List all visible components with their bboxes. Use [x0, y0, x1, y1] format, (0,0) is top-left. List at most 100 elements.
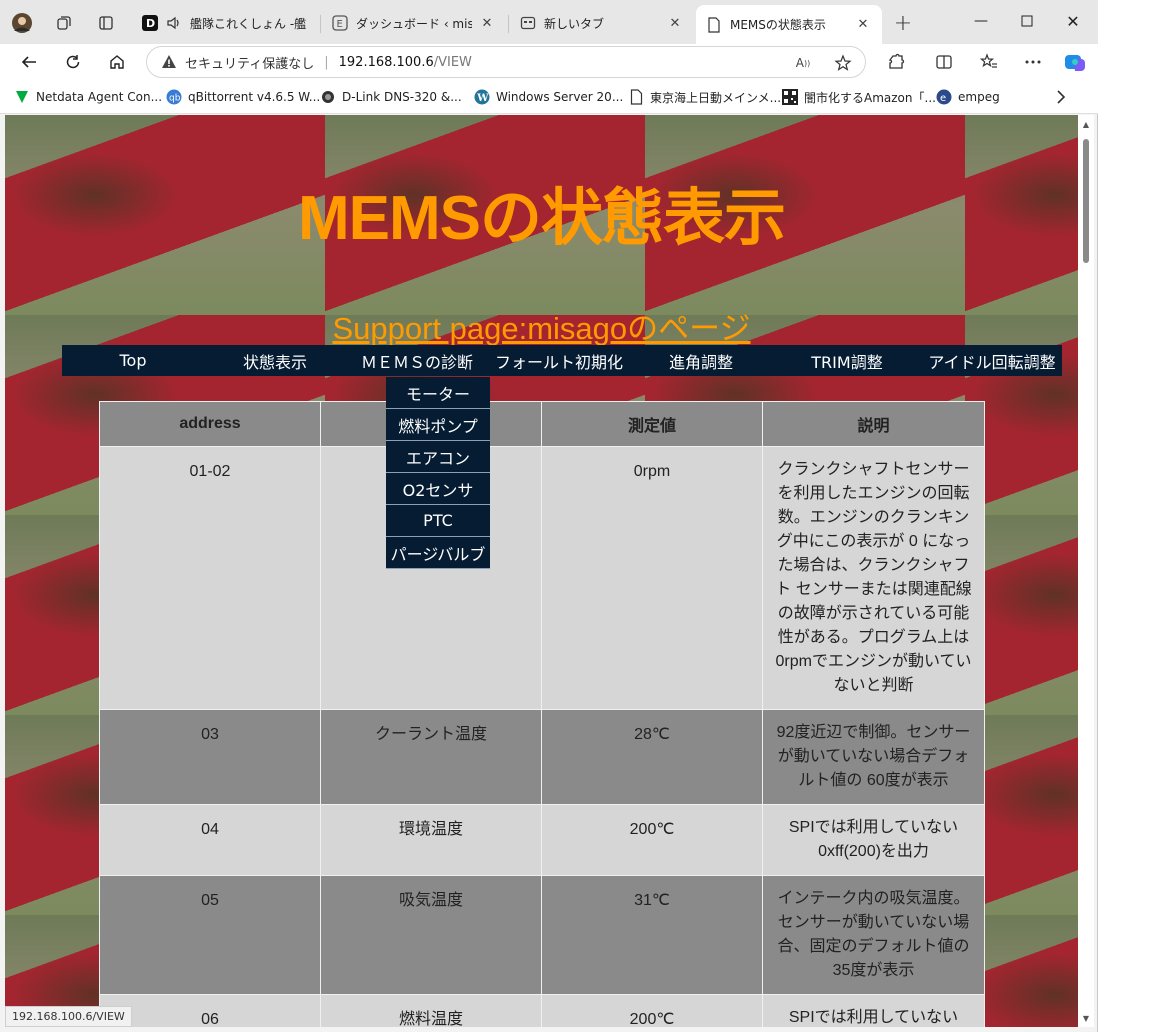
- profile-avatar[interactable]: [8, 9, 36, 37]
- warning-icon[interactable]: [161, 53, 179, 71]
- mems-table: address 測定値 説明 01-02 エ 0rpm クランクシャフトセンサー…: [99, 401, 985, 1027]
- dropdown-item-fuel-pump[interactable]: 燃料ポンプ: [386, 409, 490, 441]
- table-row: 01-02 エ 0rpm クランクシャフトセンサーを利用したエンジンの回転数。エ…: [99, 446, 985, 710]
- page-icon: [628, 89, 644, 105]
- cell-description: インテーク内の吸気温度。センサーが動いていない場合、固定のデフォルト値の35度が…: [762, 875, 985, 995]
- address-bar[interactable]: セキュリティ保護なし | 192.168.100.6/VIEW A)): [146, 46, 866, 78]
- cell-name: 環境温度: [320, 804, 542, 876]
- cell-value: 28℃: [541, 709, 763, 805]
- cell-address: 06: [99, 994, 321, 1027]
- tab-actions-icon[interactable]: [92, 9, 120, 37]
- table-row: 05 吸気温度 31℃ インテーク内の吸気温度。センサーが動いていない場合、固定…: [99, 875, 985, 995]
- tab-title: MEMSの状態表示: [730, 18, 826, 32]
- bookmark-qbittorrent[interactable]: qb qBittorrent v4.6.5 W...: [166, 88, 320, 106]
- split-screen-icon[interactable]: [932, 50, 956, 74]
- dropdown-item-o2-sensor[interactable]: O2センサ: [386, 473, 490, 505]
- tab-dashboard[interactable]: E ダッシュボード ‹ misagoのページ ✕: [322, 7, 506, 39]
- dlink-icon: [320, 89, 336, 105]
- favorite-star-icon[interactable]: [833, 53, 853, 73]
- home-icon[interactable]: [102, 47, 132, 77]
- dropdown-item-aircon[interactable]: エアコン: [386, 441, 490, 473]
- tab-kancolle[interactable]: D 艦隊これくしょん -艦これ: [132, 7, 318, 39]
- netdata-icon: [14, 89, 30, 105]
- qbittorrent-icon: qb: [166, 89, 182, 105]
- svg-text:e: e: [940, 93, 946, 104]
- close-tab-icon[interactable]: ✕: [666, 14, 684, 32]
- page-title: MEMSの状態表示: [297, 184, 786, 253]
- cell-address: 04: [99, 804, 321, 876]
- bookmark-dlink[interactable]: D-Link DNS-320 &...: [320, 88, 462, 106]
- cell-value: 200℃: [541, 994, 763, 1027]
- dropdown-item-ptc[interactable]: PTC: [386, 505, 490, 537]
- page-viewport[interactable]: MEMSの状態表示 Support page:misagoのページ Top 状態…: [5, 115, 1078, 1027]
- menu-item-advance[interactable]: 進角調整: [630, 345, 772, 376]
- menu-item-fault-reset[interactable]: フォールト初期化: [488, 345, 630, 376]
- scroll-up-arrow-icon[interactable]: ▲: [1081, 119, 1091, 129]
- cell-name: クーラント温度: [320, 709, 542, 805]
- workspaces-icon[interactable]: [50, 9, 78, 37]
- menu-item-status[interactable]: 状態表示: [204, 345, 346, 376]
- back-icon[interactable]: [14, 47, 44, 77]
- menu-item-idle-speed[interactable]: アイドル回転調整: [922, 345, 1062, 376]
- address-toolbar: セキュリティ保護なし | 192.168.100.6/VIEW A)): [0, 44, 1098, 80]
- bookmark-empeg[interactable]: e empeg: [936, 88, 1000, 106]
- bookmark-netdata[interactable]: Netdata Agent Con...: [14, 88, 162, 106]
- refresh-icon[interactable]: [58, 47, 88, 77]
- close-tab-icon[interactable]: ✕: [478, 14, 496, 32]
- favorites-icon[interactable]: [977, 50, 1001, 74]
- svg-text:qb: qb: [169, 94, 181, 104]
- speaker-icon[interactable]: [166, 15, 182, 31]
- new-tab-plus-icon[interactable]: +: [889, 9, 917, 37]
- bookmark-amazon[interactable]: 闇市化するAmazon「...: [782, 88, 936, 106]
- dropdown-item-purge-valve[interactable]: パージバルブ: [386, 537, 490, 569]
- menu-item-mems-diagnosis[interactable]: ＭＥＭＳの診断: [346, 345, 488, 376]
- copilot-icon[interactable]: [1063, 50, 1087, 74]
- header-value: 測定値: [541, 401, 763, 447]
- scroll-thumb[interactable]: [1083, 139, 1089, 263]
- tab-mems-active[interactable]: MEMSの状態表示 ✕: [696, 5, 882, 44]
- empeg-icon: e: [936, 89, 952, 105]
- header-address: address: [99, 401, 321, 447]
- nav-menu: Top 状態表示 ＭＥＭＳの診断 フォールト初期化 進角調整 TRIM調整 アイ…: [62, 345, 1062, 376]
- url-path: /VIEW: [433, 54, 472, 70]
- more-menu-icon[interactable]: [1021, 50, 1045, 74]
- svg-text:W: W: [476, 93, 489, 104]
- read-aloud-icon[interactable]: A)): [793, 53, 813, 73]
- close-window-icon[interactable]: ✕: [1050, 5, 1096, 37]
- cell-address: 03: [99, 709, 321, 805]
- table-row: 06 燃料温度 200℃ SPIでは利用していない: [99, 994, 985, 1027]
- support-link[interactable]: Support page:misagoのページ: [5, 303, 1078, 348]
- security-label[interactable]: セキュリティ保護なし: [185, 53, 314, 72]
- svg-text:D: D: [146, 17, 155, 30]
- cell-description: SPIでは利用していない: [762, 994, 985, 1027]
- scroll-down-arrow-icon[interactable]: ▼: [1081, 1013, 1091, 1023]
- extensions-icon[interactable]: [884, 50, 908, 74]
- svg-text:E: E: [337, 19, 343, 30]
- cell-value: 0rpm: [541, 446, 763, 710]
- cell-value: 200℃: [541, 804, 763, 876]
- menu-item-top[interactable]: Top: [62, 345, 204, 376]
- bookmarks-bar: Netdata Agent Con... qb qBittorrent v4.6…: [0, 80, 1098, 114]
- menu-item-trim[interactable]: TRIM調整: [772, 345, 922, 376]
- header-description: 説明: [762, 401, 985, 447]
- minimize-icon[interactable]: —: [958, 5, 1004, 37]
- cell-description: クランクシャフトセンサーを利用したエンジンの回転数。エンジンのクランキング中にこ…: [762, 446, 985, 710]
- bookmark-tokio-marine[interactable]: 東京海上日動メインメ...: [628, 88, 781, 106]
- tab-new-tab[interactable]: 新しいタブ ✕: [510, 7, 694, 39]
- vertical-scrollbar[interactable]: ▲ ▼: [1078, 115, 1094, 1027]
- url-host: 192.168.100.6: [338, 54, 434, 70]
- d-favicon-icon: D: [142, 15, 158, 31]
- cell-address: 05: [99, 875, 321, 995]
- cell-description: SPIでは利用していない0xff(200)を出力: [762, 804, 985, 876]
- dropdown-item-motor[interactable]: モーター: [386, 377, 490, 409]
- tab-title: 新しいタブ: [544, 16, 605, 31]
- chevron-right-icon[interactable]: [1052, 88, 1070, 106]
- close-tab-icon[interactable]: ✕: [854, 16, 872, 34]
- cell-value: 31℃: [541, 875, 763, 995]
- tab-title: 艦隊これくしょん -艦これ: [190, 16, 308, 31]
- bookmark-windows-server[interactable]: W Windows Server 20...: [474, 88, 623, 106]
- cell-address: 01-02: [99, 446, 321, 710]
- newtab-icon: [520, 15, 536, 31]
- maximize-icon[interactable]: [1004, 5, 1050, 37]
- cell-description: 92度近辺で制御。センサーが動いていない場合デフォルト値の 60度が表示: [762, 709, 985, 805]
